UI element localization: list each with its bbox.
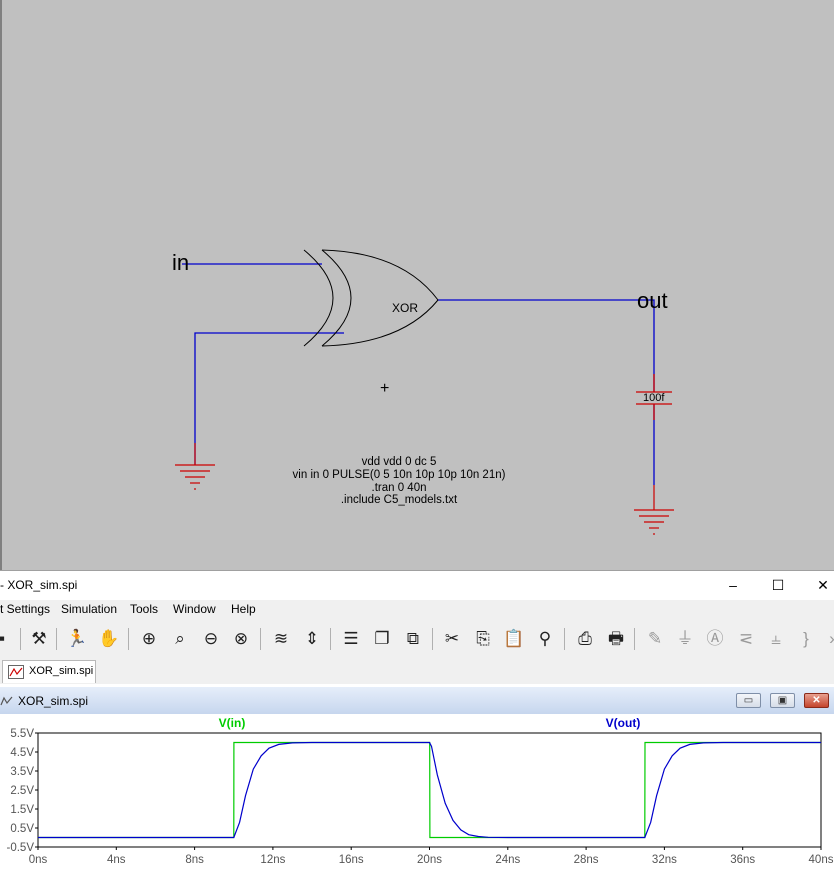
zoom-in-icon[interactable]: ⊕ — [137, 627, 161, 651]
menu-help[interactable]: Help — [231, 602, 256, 616]
y-tick-label: 4.5V — [10, 747, 34, 759]
gate-label: XOR — [392, 301, 419, 315]
ground-symbol-left[interactable] — [175, 443, 215, 490]
plot-close-button[interactable]: ✕ — [804, 693, 829, 708]
waveform-chart: 5.5V 4.5V 3.5V 2.5V 1.5V 0.5V -0.5V0ns 4ns 8ns 12… — [7, 716, 834, 866]
resistor-icon[interactable]: ⋜ — [734, 627, 758, 651]
window-title: - XOR_sim.spi — [0, 578, 78, 592]
zoom-cancel-icon[interactable]: ⊗ — [229, 627, 253, 651]
y-tick-label: 2.5V — [10, 785, 34, 797]
directive-line: .tran 0 40n — [371, 481, 427, 494]
plot-minimize-button[interactable]: ▭ — [736, 693, 761, 708]
crosshair-cursor: + — [380, 380, 390, 397]
menu-bar: t Settings Simulation Tools Window Help — [0, 600, 834, 620]
x-tick-label: 12ns — [260, 854, 285, 866]
x-tick-label: 8ns — [185, 854, 204, 866]
cut-icon[interactable]: ✂ — [440, 627, 464, 651]
label-icon[interactable]: Ⓐ — [703, 627, 727, 651]
toolbar-separator — [432, 628, 433, 650]
plot-restore-button[interactable]: ▣ — [770, 693, 795, 708]
waveform-viewer[interactable]: 5.5V 4.5V 3.5V 2.5V 1.5V 0.5V -0.5V 0ns 4ns 8ns 12… — [0, 714, 834, 874]
x-tick-label: 36ns — [730, 854, 755, 866]
x-tick-label: 32ns — [652, 854, 677, 866]
zoom-out-icon[interactable]: ⊖ — [199, 627, 223, 651]
toolbar-separator — [564, 628, 565, 650]
directive-line: vin in 0 PULSE(0 5 10n 10p 10p 10n 21n) — [292, 468, 506, 481]
pan-hand-icon[interactable]: ✋ — [97, 627, 121, 651]
y-tick-label: 1.5V — [10, 804, 34, 816]
wire-gnd-input[interactable] — [194, 332, 344, 465]
directive-line: .include C5_models.txt — [340, 494, 458, 507]
tab-label: XOR_sim.spi — [29, 665, 94, 677]
tile-vertical-icon[interactable]: ⧉ — [401, 627, 425, 651]
ground-symbol-right[interactable] — [634, 485, 674, 535]
directive-line: vdd vdd 0 dc 5 — [361, 456, 437, 468]
plot-window-title: XOR_sim.spi — [18, 694, 89, 708]
x-tick-label: 20ns — [417, 854, 442, 866]
waveform-icon — [0, 696, 13, 706]
menu-settings[interactable]: t Settings — [0, 602, 50, 616]
x-tick-label: 4ns — [107, 854, 126, 866]
x-tick-label: 16ns — [339, 854, 364, 866]
trace-label-vin: V(in) — [219, 716, 246, 730]
xor-gate[interactable] — [303, 249, 439, 347]
minimize-button[interactable]: – — [722, 575, 744, 595]
toolbar-separator — [20, 628, 21, 650]
toolbar-separator — [634, 628, 635, 650]
print-preview-icon[interactable]: ⎙ — [573, 627, 597, 651]
y-tick-label: -0.5V — [7, 842, 35, 854]
x-tick-label: 28ns — [574, 854, 599, 866]
hammer-icon[interactable]: ⚒ — [27, 627, 51, 651]
menu-window[interactable]: Window — [173, 602, 216, 616]
capacitor-icon[interactable]: ⫨ — [764, 627, 788, 651]
paste-icon[interactable]: 📋 — [502, 627, 526, 651]
ground-icon[interactable]: ⏚ — [673, 627, 697, 651]
zoom-fit-icon[interactable]: ⌕ — [168, 627, 192, 651]
document-tab-strip: XOR_sim.spi — [0, 658, 834, 684]
run-icon[interactable]: 🏃 — [65, 627, 89, 651]
menu-simulation[interactable]: Simulation — [61, 602, 117, 616]
net-label-out[interactable]: out — [637, 288, 668, 314]
copy-icon[interactable]: ⎘ — [471, 627, 495, 651]
net-label-in[interactable]: in — [172, 250, 189, 276]
waveform-icon — [8, 665, 24, 679]
toolbar-separator — [260, 628, 261, 650]
more-icon[interactable]: › — [820, 627, 834, 651]
tab-xor-sim[interactable]: XOR_sim.spi — [2, 660, 96, 683]
toolbar-separator — [330, 628, 331, 650]
spice-directives[interactable]: vdd vdd 0 dc 5 vin in 0 PULSE(0 5 10n 10… — [242, 456, 556, 507]
autorange-icon[interactable]: ≋ — [269, 627, 293, 651]
toolbar: ▪ ⚒ 🏃 ✋ ⊕ ⌕ ⊖ ⊗ ≋ ⇕ ☰ ❐ ⧉ ✂ ⎘ 📋 ⚲ ⎙ 🖶 ✎ … — [0, 620, 834, 659]
y-tick-label: 0.5V — [10, 823, 34, 835]
x-tick-label: 40ns — [809, 854, 834, 866]
toolbar-separator — [56, 628, 57, 650]
x-tick-label: 0ns — [29, 854, 48, 866]
plot-window-title-bar: XOR_sim.spi ▭ ▣ ✕ — [0, 687, 834, 715]
x-tick-label: 24ns — [495, 854, 520, 866]
find-icon[interactable]: ⚲ — [533, 627, 557, 651]
toolbar-separator — [128, 628, 129, 650]
tile-horizontal-icon[interactable]: ☰ — [339, 627, 363, 651]
cascade-icon[interactable]: ❐ — [370, 627, 394, 651]
pencil-icon[interactable]: ✎ — [643, 627, 667, 651]
inductor-icon[interactable]: } — [794, 627, 818, 651]
trace-label-vout: V(out) — [606, 716, 641, 730]
maximize-button[interactable]: ☐ — [767, 575, 789, 595]
close-button[interactable]: ✕ — [812, 575, 834, 595]
y-tick-label: 5.5V — [10, 728, 34, 740]
save-icon[interactable]: ▪ — [0, 627, 14, 651]
vertical-range-icon[interactable]: ⇕ — [300, 627, 324, 651]
app-title-bar: - XOR_sim.spi – ☐ ✕ — [0, 570, 834, 601]
menu-tools[interactable]: Tools — [130, 602, 158, 616]
print-icon[interactable]: 🖶 — [604, 627, 628, 651]
y-tick-label: 3.5V — [10, 766, 34, 778]
capacitor-value[interactable]: 100f — [643, 392, 664, 404]
schematic-canvas[interactable]: in out XOR 100f + vdd vdd 0 dc 5 vin in … — [0, 0, 834, 570]
